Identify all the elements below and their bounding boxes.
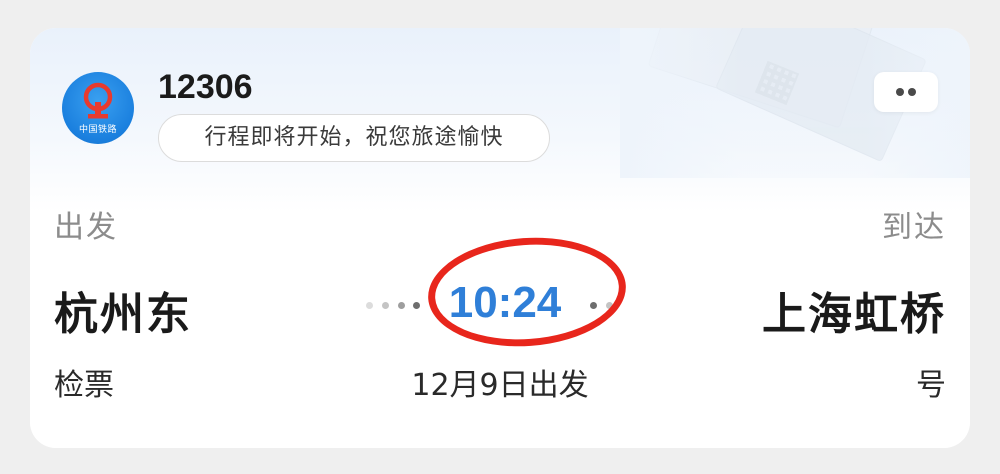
logo-text: 中国铁路 — [78, 125, 117, 135]
arrival-label: 到达 — [882, 210, 946, 245]
more-dots-icon — [908, 88, 916, 96]
redaction-mask-right — [780, 366, 930, 406]
seat-info: 号 — [916, 368, 946, 403]
departure-label: 出发 — [54, 210, 118, 245]
departure-date: 12月9日出发 — [411, 368, 589, 403]
more-dots-icon — [896, 88, 904, 96]
track-dot — [382, 302, 389, 309]
app-name: 12306 — [158, 68, 253, 106]
status-message-pill: 行程即将开始，祝您旅途愉快 — [158, 114, 550, 162]
departure-station: 杭州东 — [54, 289, 192, 340]
trip-card[interactable]: 中国铁路 12306 行程即将开始，祝您旅途愉快 出发 到达 杭州东 上海虹桥 … — [30, 28, 970, 448]
gate-info: 检票 — [54, 368, 114, 403]
china-railway-logo-icon: 中国铁路 — [62, 72, 134, 144]
more-options-button[interactable] — [874, 72, 938, 112]
track-dot — [398, 302, 405, 309]
arrival-station: 上海虹桥 — [762, 289, 946, 340]
track-dot — [413, 302, 420, 309]
track-dot — [366, 302, 373, 309]
redaction-mask-left — [120, 366, 280, 406]
